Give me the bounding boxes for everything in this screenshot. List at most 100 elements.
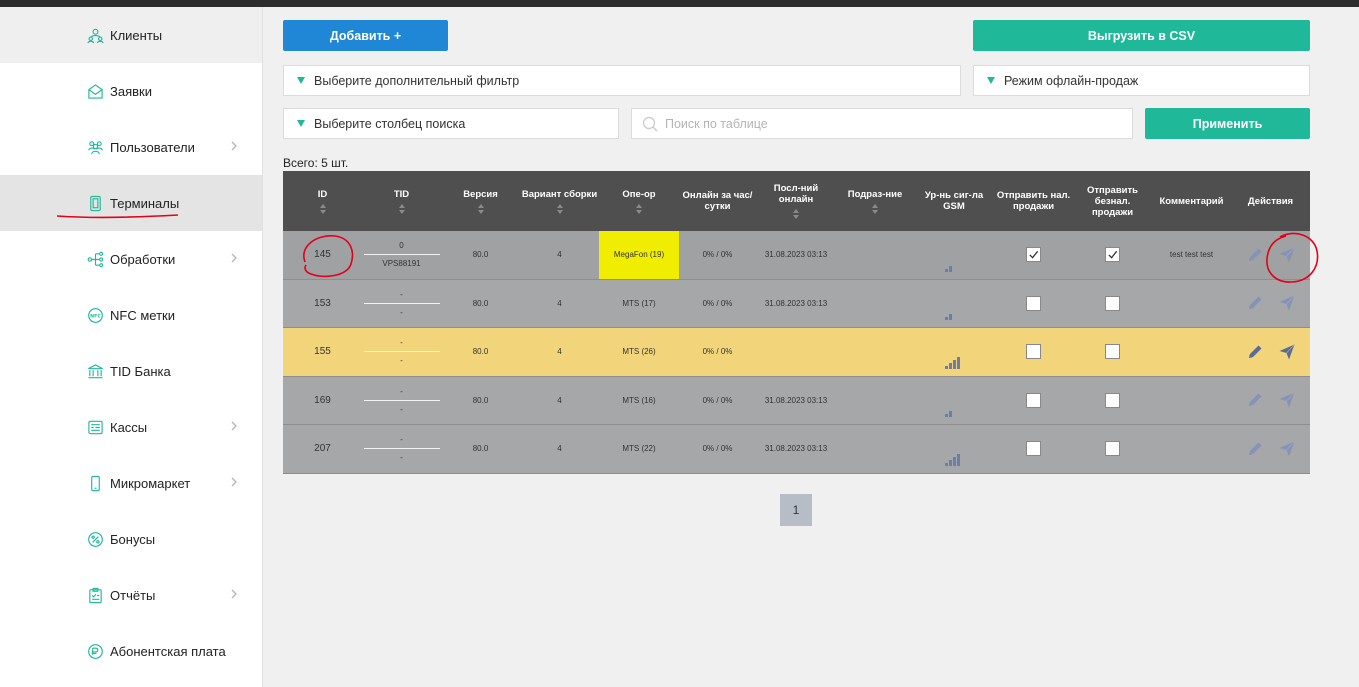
send-cashless-checkbox[interactable]	[1105, 344, 1120, 360]
column-header-last-online[interactable]: Посл-ний онлайн	[756, 171, 836, 231]
page-button-1[interactable]: 1	[780, 494, 812, 526]
percent-icon	[86, 530, 104, 548]
sidebar-item-bank[interactable]: TID Банка	[0, 343, 262, 399]
cell-subdivision	[836, 377, 914, 425]
send-cash-checkbox[interactable]	[1026, 295, 1041, 311]
cell-id: 169	[314, 394, 331, 406]
tid-bottom: VPS88191	[382, 259, 421, 269]
column-header-online: Онлайн за час/ сутки	[679, 171, 756, 231]
cell-actions	[1231, 425, 1310, 473]
terminals-table: ID TID Версия Вариант сборки Опе-ор Онлайн за…	[283, 171, 1310, 474]
additional-filter-select[interactable]: Выберите дополнительный фильтр	[283, 65, 961, 96]
column-header-label: Подраз-ние	[847, 188, 903, 200]
terminal-icon	[86, 194, 104, 212]
sidebar-item-coins[interactable]: Абонентская плата	[0, 623, 262, 679]
cell-online: 0% / 0%	[702, 298, 733, 308]
bank-icon	[86, 362, 104, 380]
cell-send-cash	[994, 377, 1073, 425]
send-cash-checkbox[interactable]	[1026, 344, 1041, 360]
cell-send-cashless	[1073, 425, 1152, 473]
edit-icon[interactable]	[1246, 343, 1264, 361]
chevron-right-icon	[231, 141, 237, 151]
table-body: 145 0 VPS88191 80.0 4 MegaFon (19) 0% / 0% 31.0…	[283, 231, 1310, 474]
cell-send-cashless	[1073, 280, 1152, 328]
column-header-subdivision[interactable]: Подраз-ние	[836, 171, 914, 231]
cell-gsm	[914, 280, 994, 328]
table-search[interactable]	[631, 108, 1133, 139]
sidebar-item-percent[interactable]: Бонусы	[0, 511, 262, 567]
send-cashless-checkbox[interactable]	[1105, 247, 1120, 263]
cell-id: 145	[314, 249, 331, 261]
sidebar-item-network[interactable]: Обработки	[0, 231, 262, 287]
table-row: 153- -80.0 4 MTS (17) 0% / 0% 31.08.2023 03:1…	[283, 279, 1310, 328]
signal-bars-icon	[945, 411, 952, 417]
column-header-label: Ур-нь сиг-ла GSM	[924, 190, 984, 212]
table-row: 145 0 VPS88191 80.0 4 MegaFon (19) 0% / 0% 31.0…	[283, 231, 1310, 280]
edit-icon[interactable]	[1246, 246, 1264, 264]
cell-operator: MTS (22)	[622, 444, 656, 454]
column-header-tid[interactable]: TID	[362, 171, 441, 231]
cell-operator: MTS (26)	[622, 347, 656, 357]
column-header-actions: Действия	[1231, 171, 1310, 231]
column-header-send-cash: Отправить нал. продажи	[994, 171, 1073, 231]
sidebar-item-team[interactable]: Пользователи	[0, 119, 262, 175]
search-input[interactable]	[665, 116, 1115, 131]
sidebar-item-terminal[interactable]: Терминалы	[0, 175, 262, 231]
send-cash-checkbox[interactable]	[1026, 392, 1041, 408]
cell-gsm	[914, 328, 994, 376]
send-cash-checkbox[interactable]	[1026, 441, 1041, 457]
sidebar-item-label: Бонусы	[110, 531, 156, 547]
column-header-label: Отправить безнал. продажи	[1086, 184, 1139, 218]
edit-icon[interactable]	[1246, 440, 1264, 458]
cell-comment	[1152, 280, 1231, 328]
column-header-label: Вариант сборки	[521, 188, 598, 200]
edit-icon[interactable]	[1246, 391, 1264, 409]
cell-build: 4	[557, 444, 562, 454]
sidebar-item-phone[interactable]: Микромаркет	[0, 455, 262, 511]
send-icon[interactable]	[1278, 440, 1296, 458]
column-header-send-cashless: Отправить безнал. продажи	[1073, 171, 1152, 231]
tid-top: -	[400, 435, 403, 445]
send-icon[interactable]	[1278, 343, 1296, 361]
send-icon[interactable]	[1278, 391, 1296, 409]
column-header-version[interactable]: Версия	[441, 171, 520, 231]
tid-bottom: -	[400, 453, 403, 463]
column-header-id[interactable]: ID	[283, 171, 362, 231]
cell-last-online: 31.08.2023 03:13	[764, 444, 828, 454]
sidebar-item-nfc[interactable]: NFC NFC метки	[0, 287, 262, 343]
cell-subdivision	[836, 280, 914, 328]
send-icon[interactable]	[1278, 294, 1296, 312]
sidebar-item-clipboard[interactable]: Отчёты	[0, 567, 262, 623]
chevron-right-icon	[231, 589, 237, 599]
search-column-select[interactable]: Выберите столбец поиска	[283, 108, 619, 139]
cell-subdivision	[836, 231, 914, 279]
send-cashless-checkbox[interactable]	[1105, 441, 1120, 457]
sidebar-item-envelope[interactable]: Заявки	[0, 63, 262, 119]
column-header-build[interactable]: Вариант сборки	[520, 171, 599, 231]
offline-mode-select[interactable]: Режим офлайн-продаж	[973, 65, 1310, 96]
send-cashless-checkbox[interactable]	[1105, 392, 1120, 408]
send-cash-checkbox[interactable]	[1026, 247, 1041, 263]
column-header-operator[interactable]: Опе-ор	[599, 171, 679, 231]
send-cashless-checkbox[interactable]	[1105, 295, 1120, 311]
sort-icon	[398, 203, 405, 214]
edit-icon[interactable]	[1246, 294, 1264, 312]
cell-build: 4	[557, 298, 562, 308]
apply-button[interactable]: Применить	[1145, 108, 1310, 139]
search-icon	[642, 116, 658, 132]
export-csv-button[interactable]: Выгрузить в CSV	[973, 20, 1310, 51]
cell-build: 4	[557, 250, 562, 260]
cell-online: 0% / 0%	[702, 444, 733, 454]
cell-tid: --	[362, 328, 441, 376]
sidebar-item-cash-register[interactable]: Кассы	[0, 399, 262, 455]
cell-subdivision	[836, 328, 914, 376]
send-icon[interactable]	[1278, 246, 1296, 264]
cell-actions	[1231, 231, 1310, 279]
add-button[interactable]: Добавить +	[283, 20, 448, 51]
cell-tid: --	[362, 425, 441, 473]
sidebar-item-label: Заявки	[110, 83, 152, 99]
sidebar-item-users[interactable]: Клиенты	[0, 7, 262, 63]
sort-icon	[636, 203, 642, 214]
cell-last-online: 31.08.2023 03:13	[764, 298, 828, 308]
column-header-comment: Комментарий	[1152, 171, 1231, 231]
